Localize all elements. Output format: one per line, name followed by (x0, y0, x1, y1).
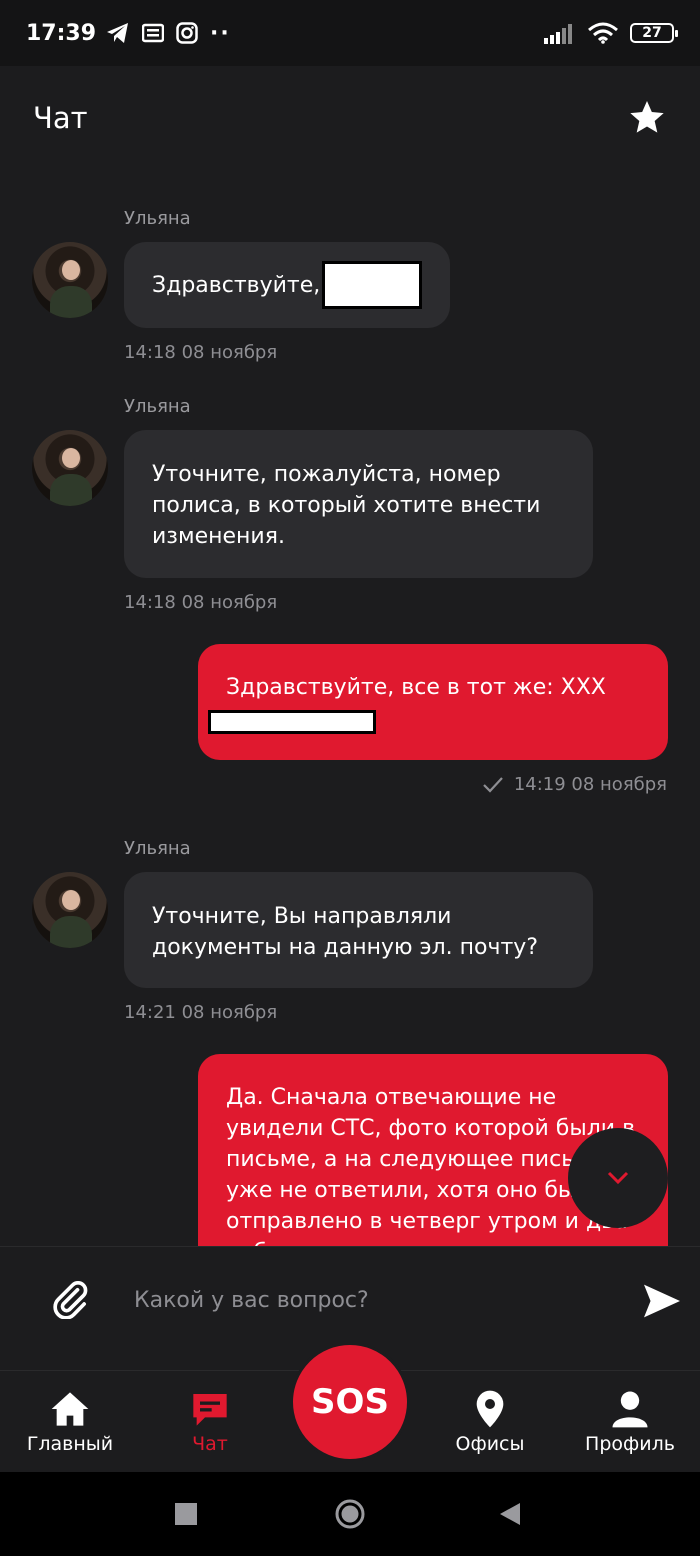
status-time: 17:39 (26, 20, 97, 46)
tab-chat[interactable]: Чат (140, 1389, 280, 1455)
tab-label: Главный (26, 1433, 114, 1455)
status-bar: 17:39 ·· 27 (0, 0, 700, 66)
send-icon[interactable] (642, 1283, 682, 1319)
star-icon[interactable] (627, 98, 667, 138)
message-time: 14:19 08 ноября (513, 774, 667, 795)
message-status: 14:19 08 ноября (482, 774, 667, 795)
incoming-message: Уточните, Вы направляли документы на дан… (124, 872, 593, 988)
outgoing-message: Здравствуйте, все в тот же: XXX (198, 644, 668, 760)
tab-offices[interactable]: Офисы (420, 1389, 560, 1455)
wifi-icon (588, 22, 618, 44)
message-line: полиса, в который хотите внести (152, 493, 541, 518)
message-line: рабочих дня прошло уже. (226, 1237, 640, 1246)
circle-icon (335, 1499, 365, 1529)
chat-messages[interactable]: Ульяна Здравствуйте, 14:18 08 ноября Уль… (0, 170, 700, 1246)
redacted-block (322, 261, 422, 309)
avatar (32, 872, 108, 948)
message-time: 14:21 08 ноября (124, 1002, 278, 1023)
message-line: увидели СТС, фото которой были в (226, 1116, 636, 1141)
recents-button[interactable] (166, 1494, 206, 1534)
message-text: Здравствуйте, все в тот же: XXX (226, 675, 606, 700)
chevron-down-icon (607, 1171, 629, 1185)
avatar (32, 242, 108, 318)
chat-icon (193, 1394, 227, 1426)
message-line: Да. Сначала отвечающие не (226, 1085, 557, 1110)
incoming-message: Здравствуйте, (124, 242, 450, 328)
triangle-back-icon (500, 1503, 520, 1525)
message-line: изменения. (152, 524, 285, 549)
page-title: Чат (33, 101, 88, 135)
incoming-message: Уточните, пожалуйста, номер полиса, в ко… (124, 430, 593, 578)
check-icon (483, 776, 503, 793)
battery-level: 27 (642, 25, 662, 41)
sos-button[interactable]: SOS (290, 1342, 410, 1462)
tab-home[interactable]: Главный (0, 1389, 140, 1455)
message-line: документы на данную эл. почту? (152, 935, 538, 960)
chat-header: Чат (0, 66, 700, 170)
tab-label: Офисы (455, 1433, 525, 1455)
news-icon (142, 23, 165, 43)
tab-label: Чат (192, 1433, 228, 1455)
back-button[interactable] (490, 1494, 530, 1534)
battery-icon: 27 (630, 23, 678, 43)
message-line: Уточните, пожалуйста, номер (152, 462, 501, 487)
home-button[interactable] (330, 1494, 370, 1534)
message-sender: Ульяна (124, 396, 191, 417)
more-notifications-icon: ·· (210, 20, 231, 46)
message-line: Уточните, Вы направляли (152, 904, 452, 929)
square-icon (175, 1503, 197, 1525)
message-line: отправлено в четверг утром и два (226, 1209, 628, 1234)
telegram-icon (107, 23, 129, 43)
message-sender: Ульяна (124, 838, 191, 859)
system-navigation-bar (0, 1472, 700, 1556)
tab-profile[interactable]: Профиль (560, 1389, 700, 1455)
message-input[interactable] (134, 1277, 614, 1323)
avatar (32, 430, 108, 506)
sos-label: SOS (311, 1382, 389, 1422)
message-time: 14:18 08 ноября (124, 592, 278, 613)
message-text: Здравствуйте, (152, 272, 321, 298)
signal-icon (544, 24, 572, 44)
scroll-to-bottom-button[interactable] (568, 1128, 668, 1228)
message-time: 14:18 08 ноября (124, 342, 278, 363)
person-icon (612, 1391, 648, 1428)
instagram-icon (176, 22, 198, 44)
home-icon (51, 1392, 89, 1426)
paperclip-icon[interactable] (50, 1279, 90, 1319)
message-sender: Ульяна (124, 208, 191, 229)
tab-label: Профиль (585, 1433, 675, 1455)
redacted-block (208, 710, 376, 734)
location-pin-icon (476, 1390, 504, 1428)
